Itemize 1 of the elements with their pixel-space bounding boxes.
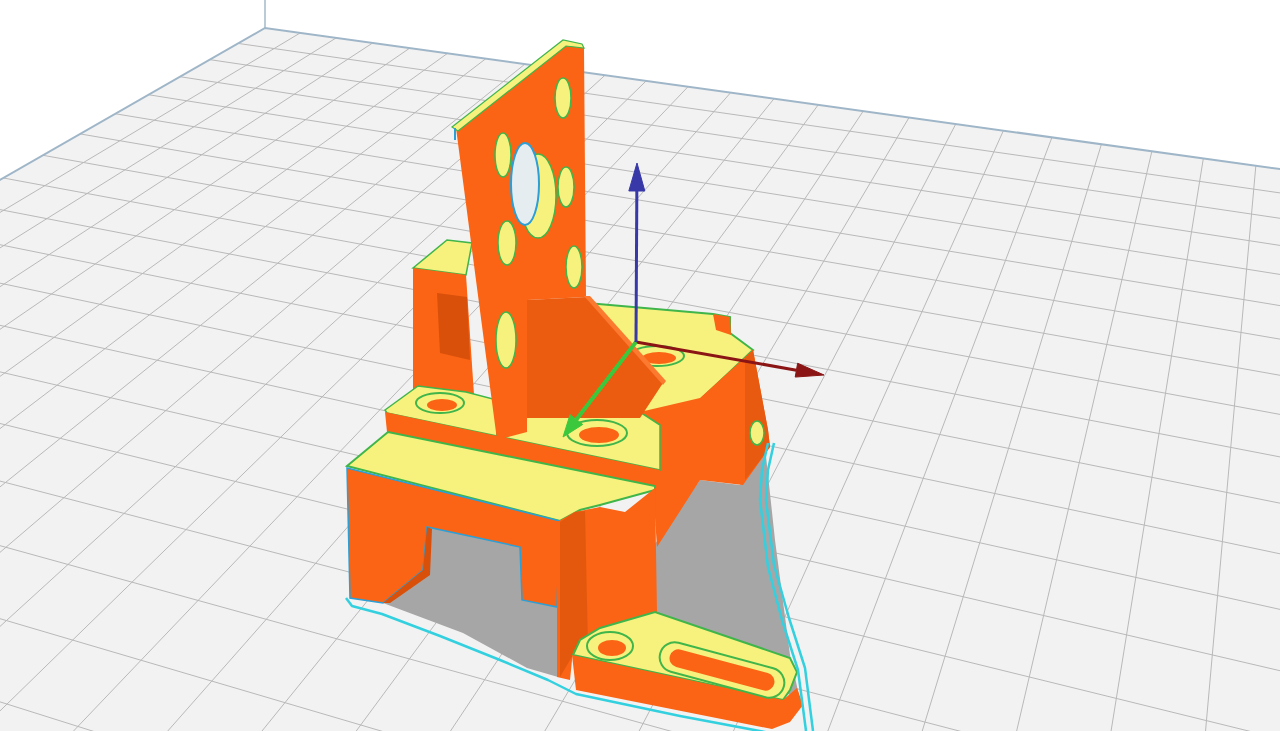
build-volume-edge — [264, 0, 266, 30]
